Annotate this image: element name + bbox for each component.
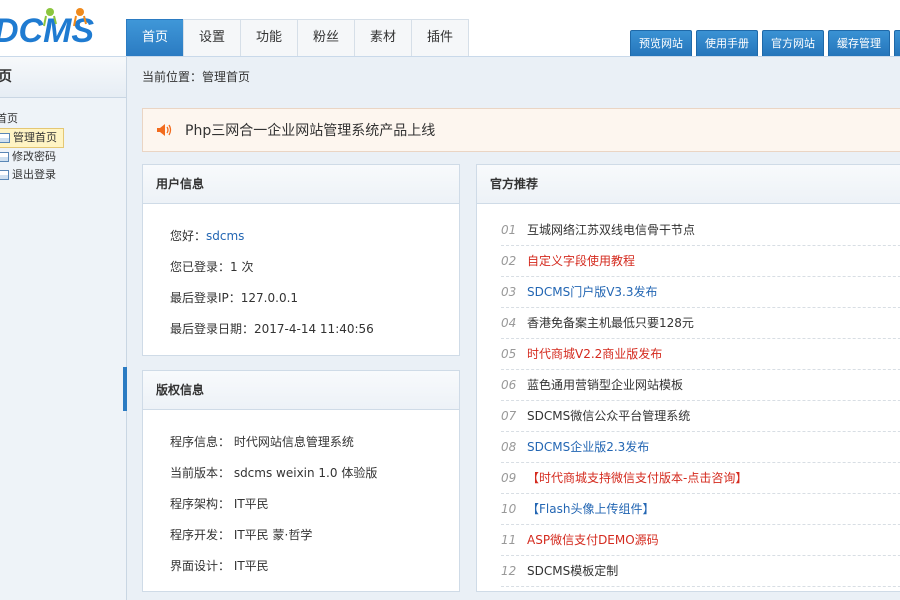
item-number: 10 bbox=[501, 502, 517, 516]
recommend-list: 01 互城网络江苏双线电信骨干节点 02 自定义字段使用教程 03 SDCMS门户版V3.… bbox=[501, 215, 900, 587]
sidebar-title: 页 bbox=[0, 57, 126, 98]
recommend-panel: 官方推荐 01 互城网络江苏双线电信骨干节点 02 自定义字段使用教程 03 SDCMS门… bbox=[476, 164, 900, 592]
tab-home[interactable]: 首页 bbox=[126, 19, 184, 56]
list-item: 10 【Flash头像上传组件】 bbox=[501, 494, 900, 525]
sidebar-item-dashboard[interactable]: 管理首页 bbox=[0, 128, 64, 148]
list-item: 06 蓝色通用营销型企业网站模板 bbox=[501, 370, 900, 401]
list-item: 03 SDCMS门户版V3.3发布 bbox=[501, 277, 900, 308]
page-icon bbox=[0, 152, 9, 162]
top-nav: 首页 设置 功能 粉丝 素材 插件 bbox=[126, 19, 469, 56]
login-count: 您已登录：1 次 bbox=[170, 260, 254, 274]
sidebar-item-label: 管理首页 bbox=[13, 131, 57, 144]
user-info-panel: 用户信息 您好：sdcms 您已登录：1 次 最后登录IP：127.0.0.1 … bbox=[142, 164, 460, 356]
username-link[interactable]: sdcms bbox=[206, 229, 244, 243]
sidebar-item-change-password[interactable]: 修改密码 bbox=[0, 148, 126, 166]
panel-title: 官方推荐 bbox=[477, 165, 900, 204]
announcement-bar: Php三网合一企业网站管理系统产品上线 bbox=[142, 108, 900, 152]
program-architecture: 程序架构： IT平民 bbox=[170, 497, 269, 511]
announcement-text[interactable]: Php三网合一企业网站管理系统产品上线 bbox=[185, 120, 435, 140]
item-number: 12 bbox=[501, 564, 517, 578]
list-item: 08 SDCMS企业版2.3发布 bbox=[501, 432, 900, 463]
sidebar-item-label: 修改密码 bbox=[12, 150, 56, 163]
tab-fans[interactable]: 粉丝 bbox=[297, 19, 355, 56]
program-developer: 程序开发： IT平民 蒙·哲学 bbox=[170, 528, 313, 542]
breadcrumb: 当前位置：管理首页 bbox=[142, 70, 251, 84]
official-site-button[interactable]: 官方网站 bbox=[762, 30, 824, 56]
sidebar-item-logout[interactable]: 退出登录 bbox=[0, 166, 126, 184]
page-icon bbox=[0, 170, 9, 180]
item-link[interactable]: SDCMS门户版V3.3发布 bbox=[527, 285, 658, 299]
item-link[interactable]: SDCMS企业版2.3发布 bbox=[527, 440, 649, 454]
error-button[interactable]: 错 bbox=[894, 30, 900, 56]
list-item: 09 【时代商城支持微信支付版本-点击咨询】 bbox=[501, 463, 900, 494]
item-link[interactable]: SDCMS微信公众平台管理系统 bbox=[527, 409, 690, 423]
list-item: 12 SDCMS模板定制 bbox=[501, 556, 900, 587]
item-number: 03 bbox=[501, 285, 517, 299]
quick-links: 预览网站 使用手册 官方网站 缓存管理 错 bbox=[630, 30, 900, 56]
copyright-panel: 版权信息 程序信息： 时代网站信息管理系统 当前版本： sdcms weixin… bbox=[142, 370, 460, 592]
list-item: 05 时代商城V2.2商业版发布 bbox=[501, 339, 900, 370]
list-item: 04 香港免备案主机最低只要128元 bbox=[501, 308, 900, 339]
item-number: 04 bbox=[501, 316, 517, 330]
item-link[interactable]: 【时代商城支持微信支付版本-点击咨询】 bbox=[527, 471, 747, 485]
item-number: 11 bbox=[501, 533, 517, 547]
cache-manage-button[interactable]: 缓存管理 bbox=[828, 30, 890, 56]
panel-title: 版权信息 bbox=[143, 371, 459, 410]
greeting-label: 您好： bbox=[170, 229, 207, 243]
tab-plugins[interactable]: 插件 bbox=[411, 19, 469, 56]
list-item: 01 互城网络江苏双线电信骨干节点 bbox=[501, 215, 900, 246]
last-login-date: 最后登录日期：2017-4-14 11:40:56 bbox=[170, 322, 374, 336]
tab-features[interactable]: 功能 bbox=[240, 19, 298, 56]
page-icon bbox=[0, 133, 10, 143]
interface-design: 界面设计： IT平民 bbox=[170, 559, 269, 573]
list-item: 07 SDCMS微信公众平台管理系统 bbox=[501, 401, 900, 432]
item-number: 05 bbox=[501, 347, 517, 361]
item-number: 06 bbox=[501, 378, 517, 392]
tab-materials[interactable]: 素材 bbox=[354, 19, 412, 56]
program-info: 程序信息： 时代网站信息管理系统 bbox=[170, 435, 354, 449]
item-link[interactable]: 香港免备案主机最低只要128元 bbox=[527, 316, 694, 330]
item-link[interactable]: 互城网络江苏双线电信骨干节点 bbox=[527, 223, 695, 237]
speaker-icon bbox=[157, 124, 172, 136]
item-number: 07 bbox=[501, 409, 517, 423]
list-item: 11 ASP微信支付DEMO源码 bbox=[501, 525, 900, 556]
item-number: 02 bbox=[501, 254, 517, 268]
item-link[interactable]: ASP微信支付DEMO源码 bbox=[527, 533, 659, 547]
sidebar: 页 首页 管理首页 修改密码 退出登录 bbox=[0, 57, 127, 600]
sidebar-item-label: 退出登录 bbox=[12, 168, 56, 181]
sidebar-group-label[interactable]: 首页 bbox=[0, 110, 126, 128]
header: DCMS 首页 设置 功能 粉丝 素材 插件 预览网站 使用手册 官方网站 缓存… bbox=[0, 0, 900, 57]
sidebar-group: 首页 管理首页 修改密码 退出登录 bbox=[0, 110, 126, 184]
preview-site-button[interactable]: 预览网站 bbox=[630, 30, 692, 56]
item-link[interactable]: 【Flash头像上传组件】 bbox=[527, 502, 654, 516]
manual-button[interactable]: 使用手册 bbox=[696, 30, 758, 56]
item-number: 08 bbox=[501, 440, 517, 454]
item-link[interactable]: SDCMS模板定制 bbox=[527, 564, 618, 578]
last-login-ip: 最后登录IP：127.0.0.1 bbox=[170, 291, 299, 305]
item-number: 09 bbox=[501, 471, 517, 485]
tab-settings[interactable]: 设置 bbox=[183, 19, 241, 56]
list-item: 02 自定义字段使用教程 bbox=[501, 246, 900, 277]
logo[interactable]: DCMS bbox=[0, 4, 104, 50]
greeting-row: 您好：sdcms bbox=[170, 227, 244, 244]
item-link[interactable]: 蓝色通用营销型企业网站模板 bbox=[527, 378, 683, 392]
current-version: 当前版本： sdcms weixin 1.0 体验版 bbox=[170, 466, 378, 480]
logo-text: DCMS bbox=[0, 12, 94, 50]
item-link[interactable]: 时代商城V2.2商业版发布 bbox=[527, 347, 662, 361]
item-link[interactable]: 自定义字段使用教程 bbox=[527, 254, 635, 268]
item-number: 01 bbox=[501, 223, 517, 237]
panel-title: 用户信息 bbox=[143, 165, 459, 204]
sidebar-toggle-handle[interactable] bbox=[123, 367, 127, 411]
